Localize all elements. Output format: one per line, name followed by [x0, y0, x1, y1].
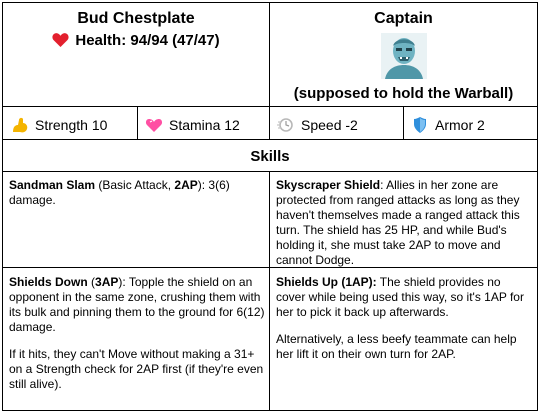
skill-name: Sandman Slam	[9, 178, 96, 192]
divider	[269, 106, 270, 139]
stat-label: Strength 10	[35, 117, 108, 133]
character-name: Bud Chestplate	[77, 10, 195, 27]
heart-icon	[145, 116, 163, 134]
health-stat: Health: 94/94 (47/47)	[3, 32, 269, 52]
stat-strength: Strength 10	[11, 114, 107, 136]
skills-heading: Skills	[250, 148, 290, 165]
skill-text-secondary: If it hits, they can't Move without maki…	[9, 347, 264, 391]
stat-label: Armor 2	[435, 117, 485, 133]
stat-stamina: Stamina 12	[145, 114, 240, 136]
role-note: (supposed to hold the Warball)	[293, 85, 514, 102]
character-card: Bud Chestplate Health: 94/94 (47/47) Cap…	[2, 2, 538, 411]
skill-name: Skyscraper Shield	[276, 178, 381, 192]
stat-label: Speed -2	[301, 117, 358, 133]
speed-icon	[277, 116, 295, 134]
flexed-biceps-icon	[11, 116, 29, 134]
divider	[3, 171, 537, 172]
skill-skyscraper-shield: Skyscraper Shield: Allies in her zone ar…	[276, 178, 532, 280]
skill-cost: 2AP	[174, 178, 198, 192]
skill-sandman-slam: Sandman Slam (Basic Attack, 2AP): 3(6) d…	[9, 178, 264, 220]
skill-cost-prefix: (Basic Attack,	[95, 178, 175, 192]
stat-label: Stamina 12	[169, 117, 240, 133]
divider	[403, 106, 404, 139]
shield-icon	[411, 116, 429, 134]
divider	[3, 106, 537, 107]
skill-name: Shields Up (1AP):	[276, 275, 377, 289]
role-title: Captain	[374, 10, 433, 27]
skill-shields-up: Shields Up (1AP): The shield provides no…	[276, 275, 532, 374]
skill-text-secondary: Alternatively, a less beefy teammate can…	[276, 332, 517, 361]
stat-speed: Speed -2	[277, 114, 358, 136]
heart-icon	[52, 32, 69, 52]
skill-shields-down: Shields Down (3AP): Topple the shield on…	[9, 275, 265, 404]
captain-portrait-icon	[381, 33, 427, 79]
health-label: Health: 94/94 (47/47)	[75, 32, 220, 49]
divider	[269, 171, 270, 410]
skill-cost-prefix: (	[87, 275, 96, 289]
divider	[3, 139, 537, 140]
skill-cost: 3AP	[95, 275, 119, 289]
stat-armor: Armor 2	[411, 114, 485, 136]
skill-name: Shields Down	[9, 275, 88, 289]
divider	[137, 106, 138, 139]
